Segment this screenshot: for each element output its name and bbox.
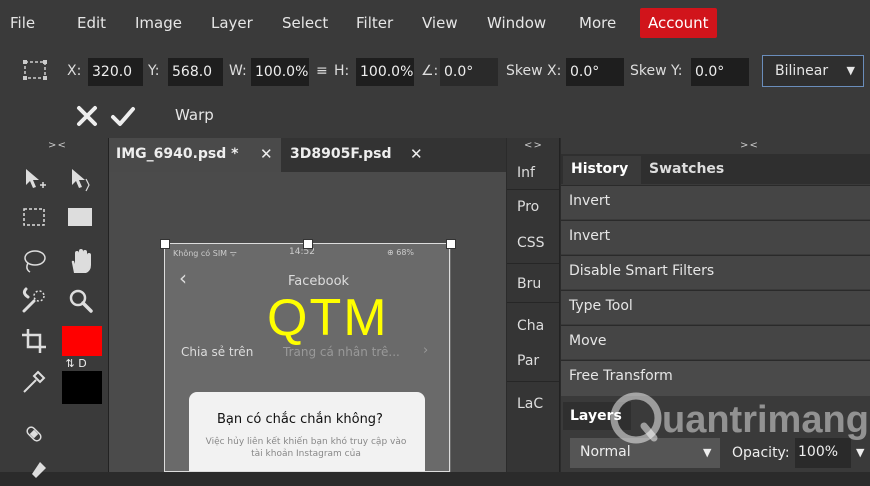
history-item[interactable]: Move xyxy=(561,325,870,359)
w-label: W: xyxy=(229,63,247,79)
cross-icon[interactable] xyxy=(76,105,98,127)
height-input[interactable]: 100.0% xyxy=(356,58,414,86)
eyedropper-tool-icon[interactable] xyxy=(20,368,48,396)
menu-layer[interactable]: Layer xyxy=(211,14,253,32)
mini-divider xyxy=(507,263,559,264)
y-label: Y: xyxy=(148,63,160,79)
mini-panel-info[interactable]: Inf xyxy=(517,165,535,181)
history-item[interactable]: Disable Smart Filters xyxy=(561,255,870,289)
skew-x-label: Skew X: xyxy=(506,63,562,79)
history-item[interactable]: Invert xyxy=(561,185,870,219)
transform-handle[interactable] xyxy=(160,239,170,249)
transform-box-icon[interactable] xyxy=(22,59,48,81)
close-tab-icon[interactable]: ✕ xyxy=(260,145,273,163)
mini-panel-paragraph[interactable]: Par xyxy=(517,353,539,369)
hand-tool-icon[interactable] xyxy=(66,247,94,275)
mini-panel-toggle[interactable]: < > xyxy=(524,140,542,151)
angle-label: ∠: xyxy=(421,63,439,79)
menu-file[interactable]: File xyxy=(10,14,35,32)
width-input[interactable]: 100.0% xyxy=(251,58,309,86)
mini-panel-properties[interactable]: Pro xyxy=(517,199,539,215)
interpolation-select[interactable]: Bilinear ▼ xyxy=(762,55,864,87)
zoom-tool-icon[interactable] xyxy=(66,287,94,315)
h-label: H: xyxy=(334,63,350,79)
menu-window[interactable]: Window xyxy=(487,14,546,32)
right-panel-toggle[interactable]: > < xyxy=(740,140,758,151)
background-color-swatch[interactable] xyxy=(62,370,102,404)
move-tool-icon[interactable] xyxy=(20,165,48,193)
chevron-down-icon: ▼ xyxy=(846,64,855,77)
tab-history-label: History xyxy=(571,161,629,177)
menu-image[interactable]: Image xyxy=(135,14,182,32)
mini-divider xyxy=(507,381,559,382)
mini-panel-css[interactable]: CSS xyxy=(517,235,545,251)
mini-panel-brush[interactable]: Bru xyxy=(517,276,541,292)
tab-3d8905f-label[interactable]: 3D8905F.psd xyxy=(290,146,392,162)
menu-more[interactable]: More xyxy=(579,14,616,32)
warp-button[interactable]: Warp xyxy=(175,106,214,124)
close-tab-icon[interactable]: ✕ xyxy=(410,145,423,163)
y-input[interactable]: 568.0 xyxy=(168,58,223,86)
menu-bar: File Edit Image Layer Select Filter View… xyxy=(0,0,870,51)
x-label: X: xyxy=(67,63,82,79)
transform-bounding-box[interactable] xyxy=(164,243,450,472)
link-dimensions-icon[interactable]: ≡ xyxy=(316,63,328,79)
transform-handle[interactable] xyxy=(303,239,313,249)
rectangle-tool-icon[interactable] xyxy=(66,203,94,231)
watermark-logo: uantrimang xyxy=(610,392,869,444)
menu-edit[interactable]: Edit xyxy=(77,14,106,32)
x-input[interactable]: 320.0 xyxy=(88,58,143,86)
healing-tool-icon[interactable] xyxy=(20,420,48,448)
skew-x-input[interactable]: 0.0° xyxy=(566,58,624,86)
quick-select-tool-icon[interactable] xyxy=(20,287,48,315)
tab-img-6940-label: IMG_6940.psd * xyxy=(116,146,239,162)
skew-y-label: Skew Y: xyxy=(630,63,683,79)
crop-tool-icon[interactable] xyxy=(20,327,48,355)
angle-input[interactable]: 0.0° xyxy=(440,58,498,86)
marquee-tool-icon[interactable] xyxy=(20,203,48,231)
mini-divider xyxy=(507,302,559,303)
foreground-color-swatch[interactable] xyxy=(62,326,102,356)
swap-colors-icon[interactable]: ⇅ D xyxy=(62,357,102,371)
lasso-tool-icon[interactable] xyxy=(20,247,48,275)
tab-swatches[interactable]: Swatches xyxy=(649,161,724,177)
mini-divider xyxy=(507,189,559,190)
interpolation-value: Bilinear xyxy=(775,63,829,79)
transform-handle[interactable] xyxy=(446,239,456,249)
history-item[interactable]: Invert xyxy=(561,220,870,254)
menu-account[interactable]: Account xyxy=(640,8,717,38)
select-tool-icon[interactable] xyxy=(66,165,94,193)
skew-y-input[interactable]: 0.0° xyxy=(691,58,749,86)
tools-collapse-toggle[interactable]: > < xyxy=(48,140,66,151)
menu-filter[interactable]: Filter xyxy=(356,14,393,32)
history-item[interactable]: Type Tool xyxy=(561,290,870,324)
check-icon[interactable] xyxy=(110,105,136,127)
svg-text:uantrimang: uantrimang xyxy=(662,399,869,441)
menu-select[interactable]: Select xyxy=(282,14,328,32)
brush-tool-icon[interactable] xyxy=(28,458,56,486)
mini-panel-layer-comps[interactable]: LaC xyxy=(517,396,543,412)
mini-panel-character[interactable]: Cha xyxy=(517,318,544,334)
menu-view[interactable]: View xyxy=(422,14,458,32)
